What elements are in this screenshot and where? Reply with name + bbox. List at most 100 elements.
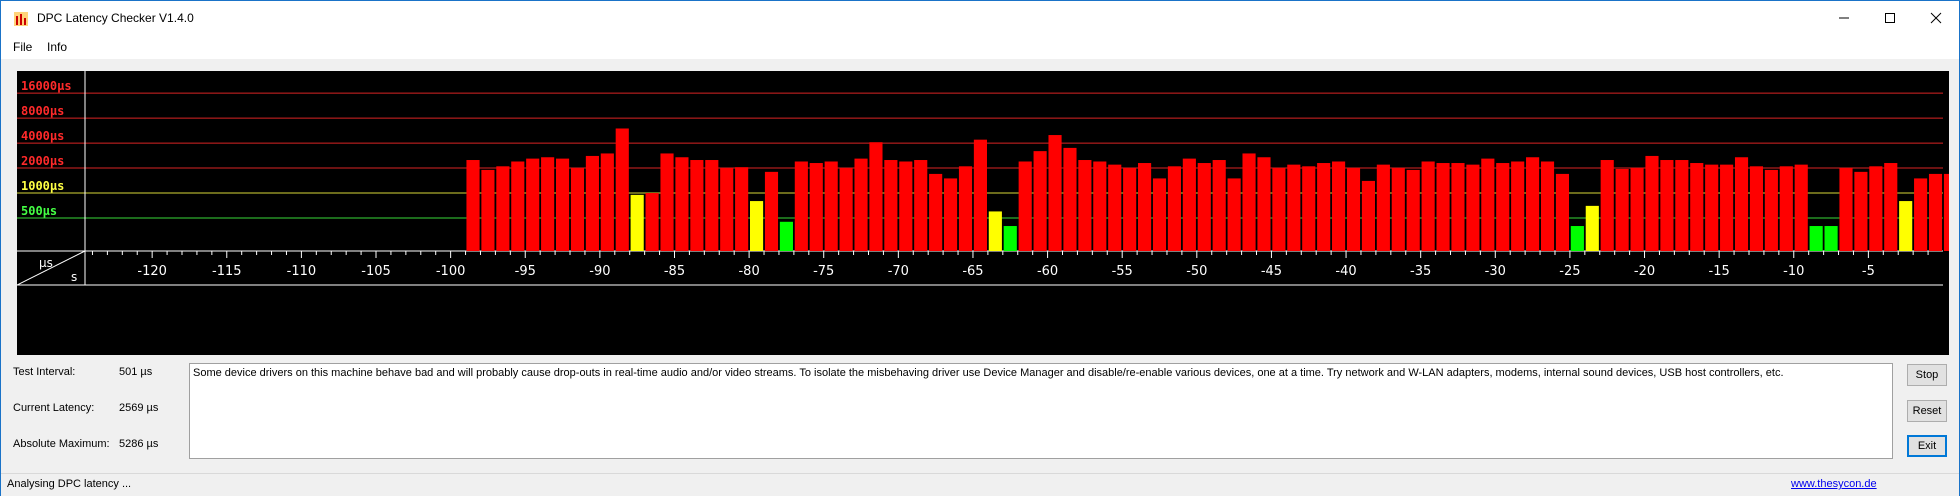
latency-bar: [779, 221, 793, 251]
latency-bar: [1511, 161, 1525, 251]
maximize-icon[interactable]: [1867, 1, 1913, 35]
latency-bar: [526, 158, 540, 251]
latency-bar: [1705, 164, 1719, 251]
latency-bar: [809, 163, 823, 251]
latency-bar: [1451, 163, 1465, 251]
latency-bar: [1675, 160, 1689, 251]
x-tick-label: -5: [1862, 264, 1875, 279]
latency-bar: [899, 161, 913, 251]
x-tick-label: -45: [1261, 264, 1282, 279]
latency-bar: [1048, 135, 1062, 251]
minimize-icon[interactable]: [1821, 1, 1867, 35]
latency-bar: [1928, 173, 1943, 251]
latency-bar: [1660, 160, 1674, 251]
y-tick-label: 2000µs: [21, 154, 64, 168]
latency-bar: [1421, 161, 1435, 251]
x-tick-label: -115: [212, 264, 242, 279]
x-tick-label: -75: [813, 264, 834, 279]
latency-bar: [1257, 157, 1271, 251]
reset-button[interactable]: Reset: [1907, 400, 1947, 422]
latency-bar: [600, 153, 614, 251]
latency-bar: [1078, 160, 1092, 251]
exit-button[interactable]: Exit: [1907, 435, 1947, 457]
latency-bar: [1764, 169, 1778, 251]
latency-bar: [690, 160, 704, 251]
latency-bar: [914, 160, 928, 251]
latency-bar: [1003, 226, 1017, 251]
x-tick-label: -120: [137, 264, 167, 279]
app-bars-icon: [14, 12, 28, 26]
latency-bar: [630, 194, 644, 251]
latency-bar: [1152, 178, 1167, 251]
latency-chart: 16000µs 8000µs 4000µs 2000µs 1000µs 500µs µs s -…: [16, 71, 1960, 355]
x-tick-label: -90: [589, 264, 610, 279]
latency-bar: [705, 160, 719, 251]
latency-bar: [839, 168, 853, 251]
latency-bar: [958, 166, 973, 251]
latency-bar: [1376, 164, 1390, 251]
x-tick-label: -25: [1559, 264, 1580, 279]
latency-bar: [929, 173, 943, 251]
latency-bar: [1526, 157, 1540, 251]
latency-bar: [1824, 226, 1838, 251]
y-tick-label: 16000µs: [21, 79, 72, 93]
latency-bar: [1749, 166, 1764, 251]
latency-bar: [660, 153, 674, 251]
latency-bar: [944, 178, 958, 251]
latency-bar: [824, 161, 838, 251]
x-tick-label: -95: [515, 264, 536, 279]
x-tick-label: -20: [1634, 264, 1655, 279]
latency-bar: [1720, 164, 1734, 251]
status-text: Analysing DPC latency ...: [7, 478, 132, 490]
latency-bar: [1018, 161, 1032, 251]
latency-bar: [1391, 168, 1405, 251]
close-icon[interactable]: [1913, 1, 1959, 35]
app-window: DPC Latency Checker V1.4.0 File Info 160…: [0, 0, 1960, 496]
latency-bar: [1063, 147, 1077, 251]
stop-button[interactable]: Stop: [1907, 364, 1947, 386]
latency-bar: [1630, 168, 1644, 251]
latency-bar: [735, 167, 749, 251]
absolute-max-label: Absolute Maximum:: [13, 438, 110, 450]
x-tick-label: -85: [664, 264, 685, 279]
latency-bar: [1167, 166, 1181, 251]
latency-bar: [1839, 168, 1853, 251]
menu-file[interactable]: File: [13, 40, 32, 54]
latency-bar: [1033, 151, 1047, 251]
vendor-link[interactable]: www.thesycon.de: [1791, 478, 1877, 490]
x-tick-label: -100: [436, 264, 466, 279]
x-tick-label: -110: [287, 264, 317, 279]
title-bar[interactable]: DPC Latency Checker V1.4.0: [1, 1, 1959, 35]
x-tick-label: -65: [962, 264, 983, 279]
latency-bar: [854, 158, 868, 251]
y-tick-label: 1000µs: [21, 179, 64, 193]
test-interval-value: 501 µs: [119, 366, 153, 378]
status-bar: Analysing DPC latency ... www.thesycon.d…: [1, 473, 1959, 496]
x-tick-label: -40: [1335, 264, 1356, 279]
latency-bar: [645, 193, 659, 251]
latency-bar: [1436, 163, 1450, 251]
latency-bar: [750, 201, 764, 251]
latency-bar: [1570, 226, 1584, 251]
window-title: DPC Latency Checker V1.4.0: [37, 11, 194, 25]
latency-bar: [1809, 226, 1823, 251]
latency-bar: [1540, 161, 1555, 251]
latency-bar: [1585, 205, 1599, 251]
latency-bar: [1197, 163, 1211, 251]
latency-bar: [1302, 166, 1316, 251]
x-tick-label: -15: [1709, 264, 1730, 279]
latency-bar: [1496, 163, 1510, 251]
latency-bar: [1481, 158, 1495, 251]
latency-bar: [988, 211, 1002, 251]
latency-bar: [1555, 173, 1570, 251]
latency-bar: [481, 169, 495, 251]
latency-bar: [764, 171, 779, 251]
latency-bar: [1779, 166, 1793, 251]
latency-bar: [570, 168, 585, 251]
latency-bar: [496, 166, 510, 251]
menu-info[interactable]: Info: [47, 40, 67, 54]
latency-bar: [1600, 160, 1614, 251]
x-tick-label: -60: [1037, 264, 1058, 279]
latency-bar: [884, 160, 898, 251]
x-tick-label: -105: [361, 264, 391, 279]
